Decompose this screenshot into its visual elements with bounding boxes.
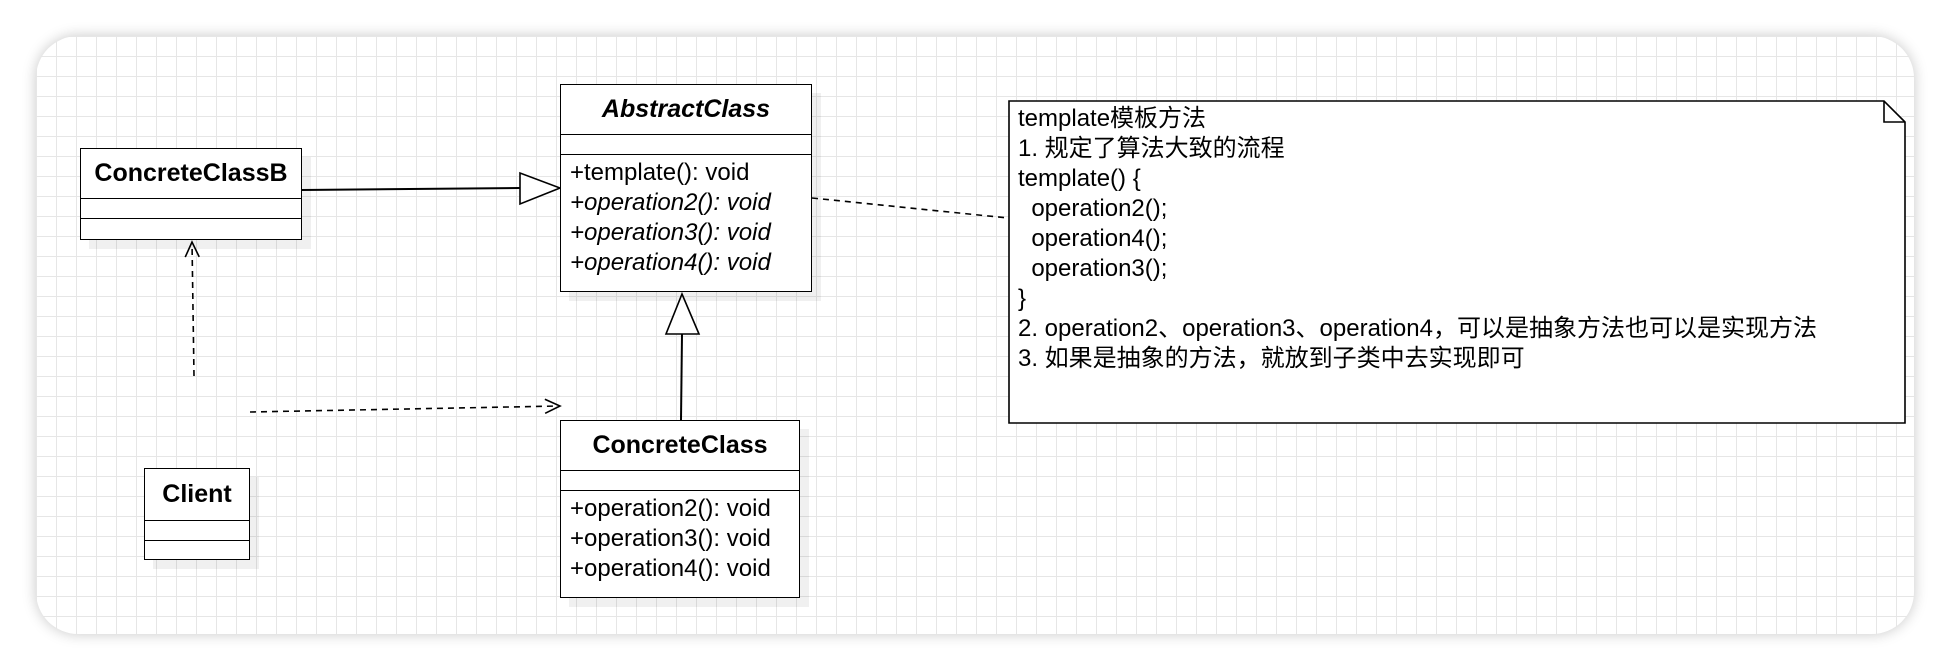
inheritance-triangle-concreteclass [664, 291, 701, 335]
operation-operation2: +operation2(): void [570, 495, 771, 522]
note-line: } [1018, 285, 1027, 312]
dependency-client-to-concreteclassb [184, 240, 200, 377]
class-client-title: Client [145, 469, 249, 521]
operation-operation4: +operation4(): void [570, 555, 771, 582]
class-abstractclass-title: AbstractClass [561, 85, 811, 135]
note-line: template模板方法 [1018, 105, 1207, 132]
class-concreteclass-attributes [561, 471, 799, 491]
class-concreteclassb-attributes [81, 199, 301, 219]
class-concreteclass-title: ConcreteClass [561, 421, 799, 471]
class-concreteclassb-title: ConcreteClassB [81, 149, 301, 199]
diagram-canvas: AbstractClass +template(): void +operati… [36, 36, 1914, 634]
class-client[interactable]: Client [144, 468, 250, 560]
note-line: operation4(); [1018, 225, 1168, 252]
note-line: operation2(); [1018, 195, 1168, 222]
operation-operation3: +operation3(): void [570, 525, 771, 552]
note-text: template模板方法 1. 规定了算法大致的流程 template() { … [1018, 104, 1886, 374]
class-abstractclass-attributes [561, 135, 811, 155]
dependency-client-to-concreteclass [249, 398, 562, 415]
inheritance-line-concreteclass [680, 333, 683, 421]
note-line: template() { [1018, 165, 1141, 192]
class-concreteclassb[interactable]: ConcreteClassB [80, 148, 302, 240]
note-template-method[interactable]: template模板方法 1. 规定了算法大致的流程 template() { … [1008, 100, 1906, 424]
inheritance-line-concreteclassb [301, 187, 521, 191]
operation-operation4: +operation4(): void [570, 249, 771, 276]
class-client-attributes [145, 521, 249, 541]
class-concreteclass[interactable]: ConcreteClass +operation2(): void +opera… [560, 420, 800, 598]
operation-operation3: +operation3(): void [570, 219, 771, 246]
class-abstractclass-operations: +template(): void +operation2(): void +o… [561, 155, 811, 278]
inheritance-triangle-concreteclassb [519, 171, 563, 206]
class-abstractclass[interactable]: AbstractClass +template(): void +operati… [560, 84, 812, 292]
class-concreteclass-operations: +operation2(): void +operation3(): void … [561, 491, 799, 584]
note-line: 3. 如果是抽象的方法，就放到子类中去实现即可 [1018, 345, 1525, 372]
note-line: 1. 规定了算法大致的流程 [1018, 135, 1285, 162]
operation-operation2: +operation2(): void [570, 189, 771, 216]
note-line: 2. operation2、operation3、operation4，可以是抽… [1018, 315, 1817, 342]
note-anchor-line [811, 197, 1009, 219]
note-line: operation3(); [1018, 255, 1168, 282]
operation-template: +template(): void [570, 159, 750, 186]
